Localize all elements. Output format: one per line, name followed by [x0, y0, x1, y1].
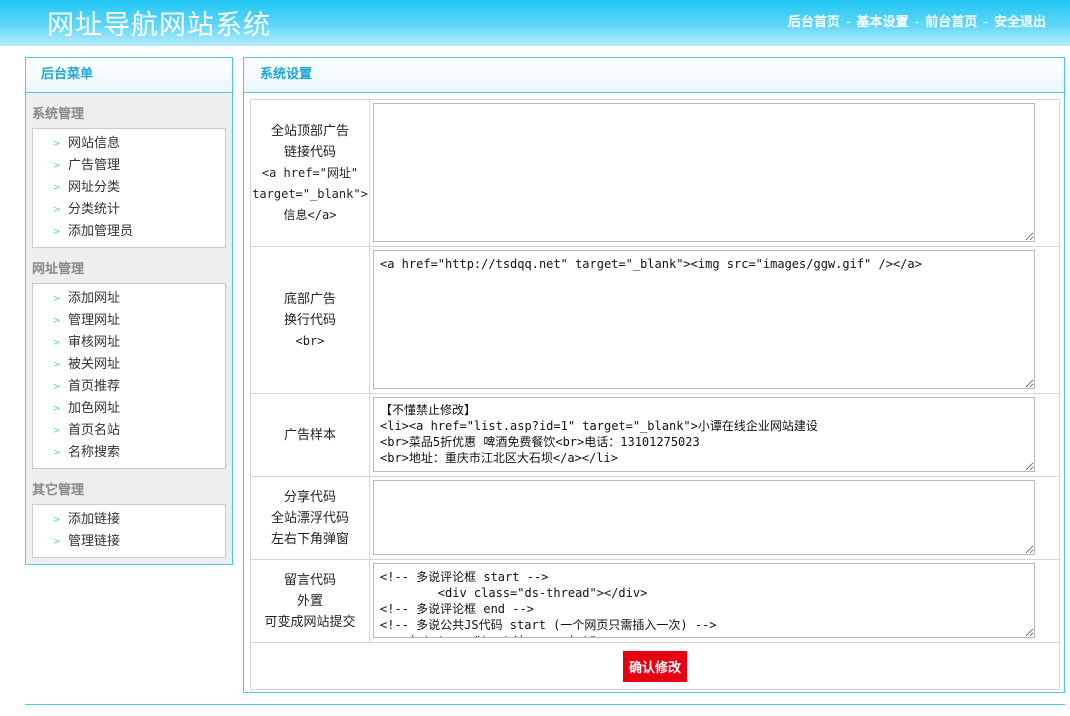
nav-logout[interactable]: 安全退出: [994, 15, 1046, 30]
nav-admin-home[interactable]: 后台首页: [788, 15, 840, 30]
site-logo: 网址导航网站系统: [47, 10, 271, 41]
bullet-icon: >: [53, 183, 61, 193]
form-row-comment-code: 留言代码 外置 可变成网站提交 <!-- 多说评论框 start --> <di…: [250, 559, 1060, 643]
field-cell: <!-- 多说评论框 start --> <div class="ds-thre…: [369, 559, 1060, 643]
form-row-submit: 确认修改: [250, 642, 1060, 690]
bullet-icon: >: [53, 316, 61, 326]
sidebar-item-add-admin[interactable]: > 添加管理员: [33, 221, 225, 243]
bullet-icon: >: [53, 360, 61, 370]
field-label: 分享代码 全站漂浮代码 左右下角弹窗: [250, 476, 370, 560]
submit-cell: 确认修改: [250, 642, 1060, 690]
sidebar-item-home-recommend[interactable]: > 首页推荐: [33, 376, 225, 398]
sidebar: 后台菜单 系统管理 > 网站信息 > 广告管理 > 网址分类 > 分类统计 > 添加管理员…: [25, 57, 233, 565]
sidebar-item-colored-url[interactable]: > 加色网址: [33, 398, 225, 420]
sidebar-item-ad-manage[interactable]: > 广告管理: [33, 155, 225, 177]
form-row-ad-sample: 广告样本 【不懂禁止修改】 <li><a href="list.asp?id=1…: [250, 393, 1060, 477]
field-cell: <a href="http://tsdqq.net" target="_blan…: [369, 246, 1060, 394]
bullet-icon: >: [53, 537, 61, 547]
field-label: 底部广告 换行代码 <br>: [250, 246, 370, 394]
form-row-top-ad: 全站顶部广告 链接代码 <a href="网址" target="_blank"…: [250, 99, 1060, 247]
bullet-icon: >: [53, 515, 61, 525]
menu-group-other: > 添加链接 > 管理链接: [32, 504, 226, 558]
sidebar-item-home-famous[interactable]: > 首页名站: [33, 420, 225, 442]
form-row-bottom-ad: 底部广告 换行代码 <br> <a href="http://tsdqq.net…: [250, 246, 1060, 394]
nav-separator: -: [845, 15, 851, 30]
bullet-icon: >: [53, 227, 61, 237]
bullet-icon: >: [53, 161, 61, 171]
field-label: 留言代码 外置 可变成网站提交: [250, 559, 370, 643]
sidebar-item-closed-url[interactable]: > 被关网址: [33, 354, 225, 376]
menu-group-title: 系统管理: [32, 107, 85, 122]
field-label: 全站顶部广告 链接代码 <a href="网址" target="_blank"…: [250, 99, 370, 247]
sidebar-item-manage-url[interactable]: > 管理网址: [33, 310, 225, 332]
bullet-icon: >: [53, 382, 61, 392]
sidebar-item-add-link[interactable]: > 添加链接: [33, 509, 225, 531]
menu-group-title: 网址管理: [32, 262, 85, 277]
nav-separator: -: [983, 15, 988, 30]
sidebar-item-name-search[interactable]: > 名称搜索: [33, 442, 225, 464]
menu-group-urls: > 添加网址 > 管理网址 > 审核网址 > 被关网址 > 首页推荐 > 加色网址 > 首页名…: [32, 283, 226, 469]
sidebar-item-add-url[interactable]: > 添加网址: [33, 288, 225, 310]
sidebar-item-manage-link[interactable]: > 管理链接: [33, 531, 225, 553]
sidebar-body: 系统管理 > 网站信息 > 广告管理 > 网址分类 > 分类统计 > 添加管理员 网址管理…: [26, 93, 232, 564]
nav-front-home[interactable]: 前台首页: [925, 15, 977, 30]
menu-group-title: 其它管理: [32, 483, 85, 498]
comment-code-textarea[interactable]: <!-- 多说评论框 start --> <div class="ds-thre…: [373, 563, 1035, 638]
sidebar-item-category-stats[interactable]: > 分类统计: [33, 199, 225, 221]
settings-form: 全站顶部广告 链接代码 <a href="网址" target="_blank"…: [250, 99, 1060, 690]
sidebar-item-url-category[interactable]: > 网址分类: [33, 177, 225, 199]
sidebar-item-site-info[interactable]: > 网站信息: [33, 133, 225, 155]
sidebar-title: 后台菜单: [26, 58, 232, 93]
menu-group-system: > 网站信息 > 广告管理 > 网址分类 > 分类统计 > 添加管理员: [32, 128, 226, 248]
nav-separator: -: [914, 15, 920, 30]
main-title: 系统设置: [244, 58, 1064, 93]
bullet-icon: >: [53, 139, 61, 149]
bullet-icon: >: [53, 404, 61, 414]
field-cell: [369, 99, 1060, 247]
bullet-icon: >: [53, 448, 61, 458]
field-cell: [369, 476, 1060, 560]
nav-basic-settings[interactable]: 基本设置: [857, 15, 909, 30]
bullet-icon: >: [53, 426, 61, 436]
confirm-button[interactable]: 确认修改: [622, 650, 687, 682]
header: 网址导航网站系统 后台首页 - 基本设置 - 前台首页 - 安全退出: [0, 0, 1070, 46]
field-cell: 【不懂禁止修改】 <li><a href="list.asp?id=1" tar…: [369, 393, 1060, 477]
ad-sample-textarea[interactable]: 【不懂禁止修改】 <li><a href="list.asp?id=1" tar…: [373, 397, 1035, 472]
share-code-textarea[interactable]: [373, 480, 1035, 555]
top-nav: 后台首页 - 基本设置 - 前台首页 - 安全退出: [788, 11, 1046, 30]
bullet-icon: >: [53, 338, 61, 348]
footer-divider: [25, 704, 1065, 705]
top-ad-code-textarea[interactable]: [373, 103, 1035, 242]
bottom-ad-code-textarea[interactable]: <a href="http://tsdqq.net" target="_blan…: [373, 250, 1035, 389]
bullet-icon: >: [53, 294, 61, 304]
bullet-icon: >: [53, 205, 61, 215]
field-label: 广告样本: [250, 393, 370, 477]
main-panel: 系统设置 全站顶部广告 链接代码 <a href="网址" target="_b…: [243, 57, 1065, 693]
form-row-share-code: 分享代码 全站漂浮代码 左右下角弹窗: [250, 476, 1060, 560]
sidebar-item-review-url[interactable]: > 审核网址: [33, 332, 225, 354]
